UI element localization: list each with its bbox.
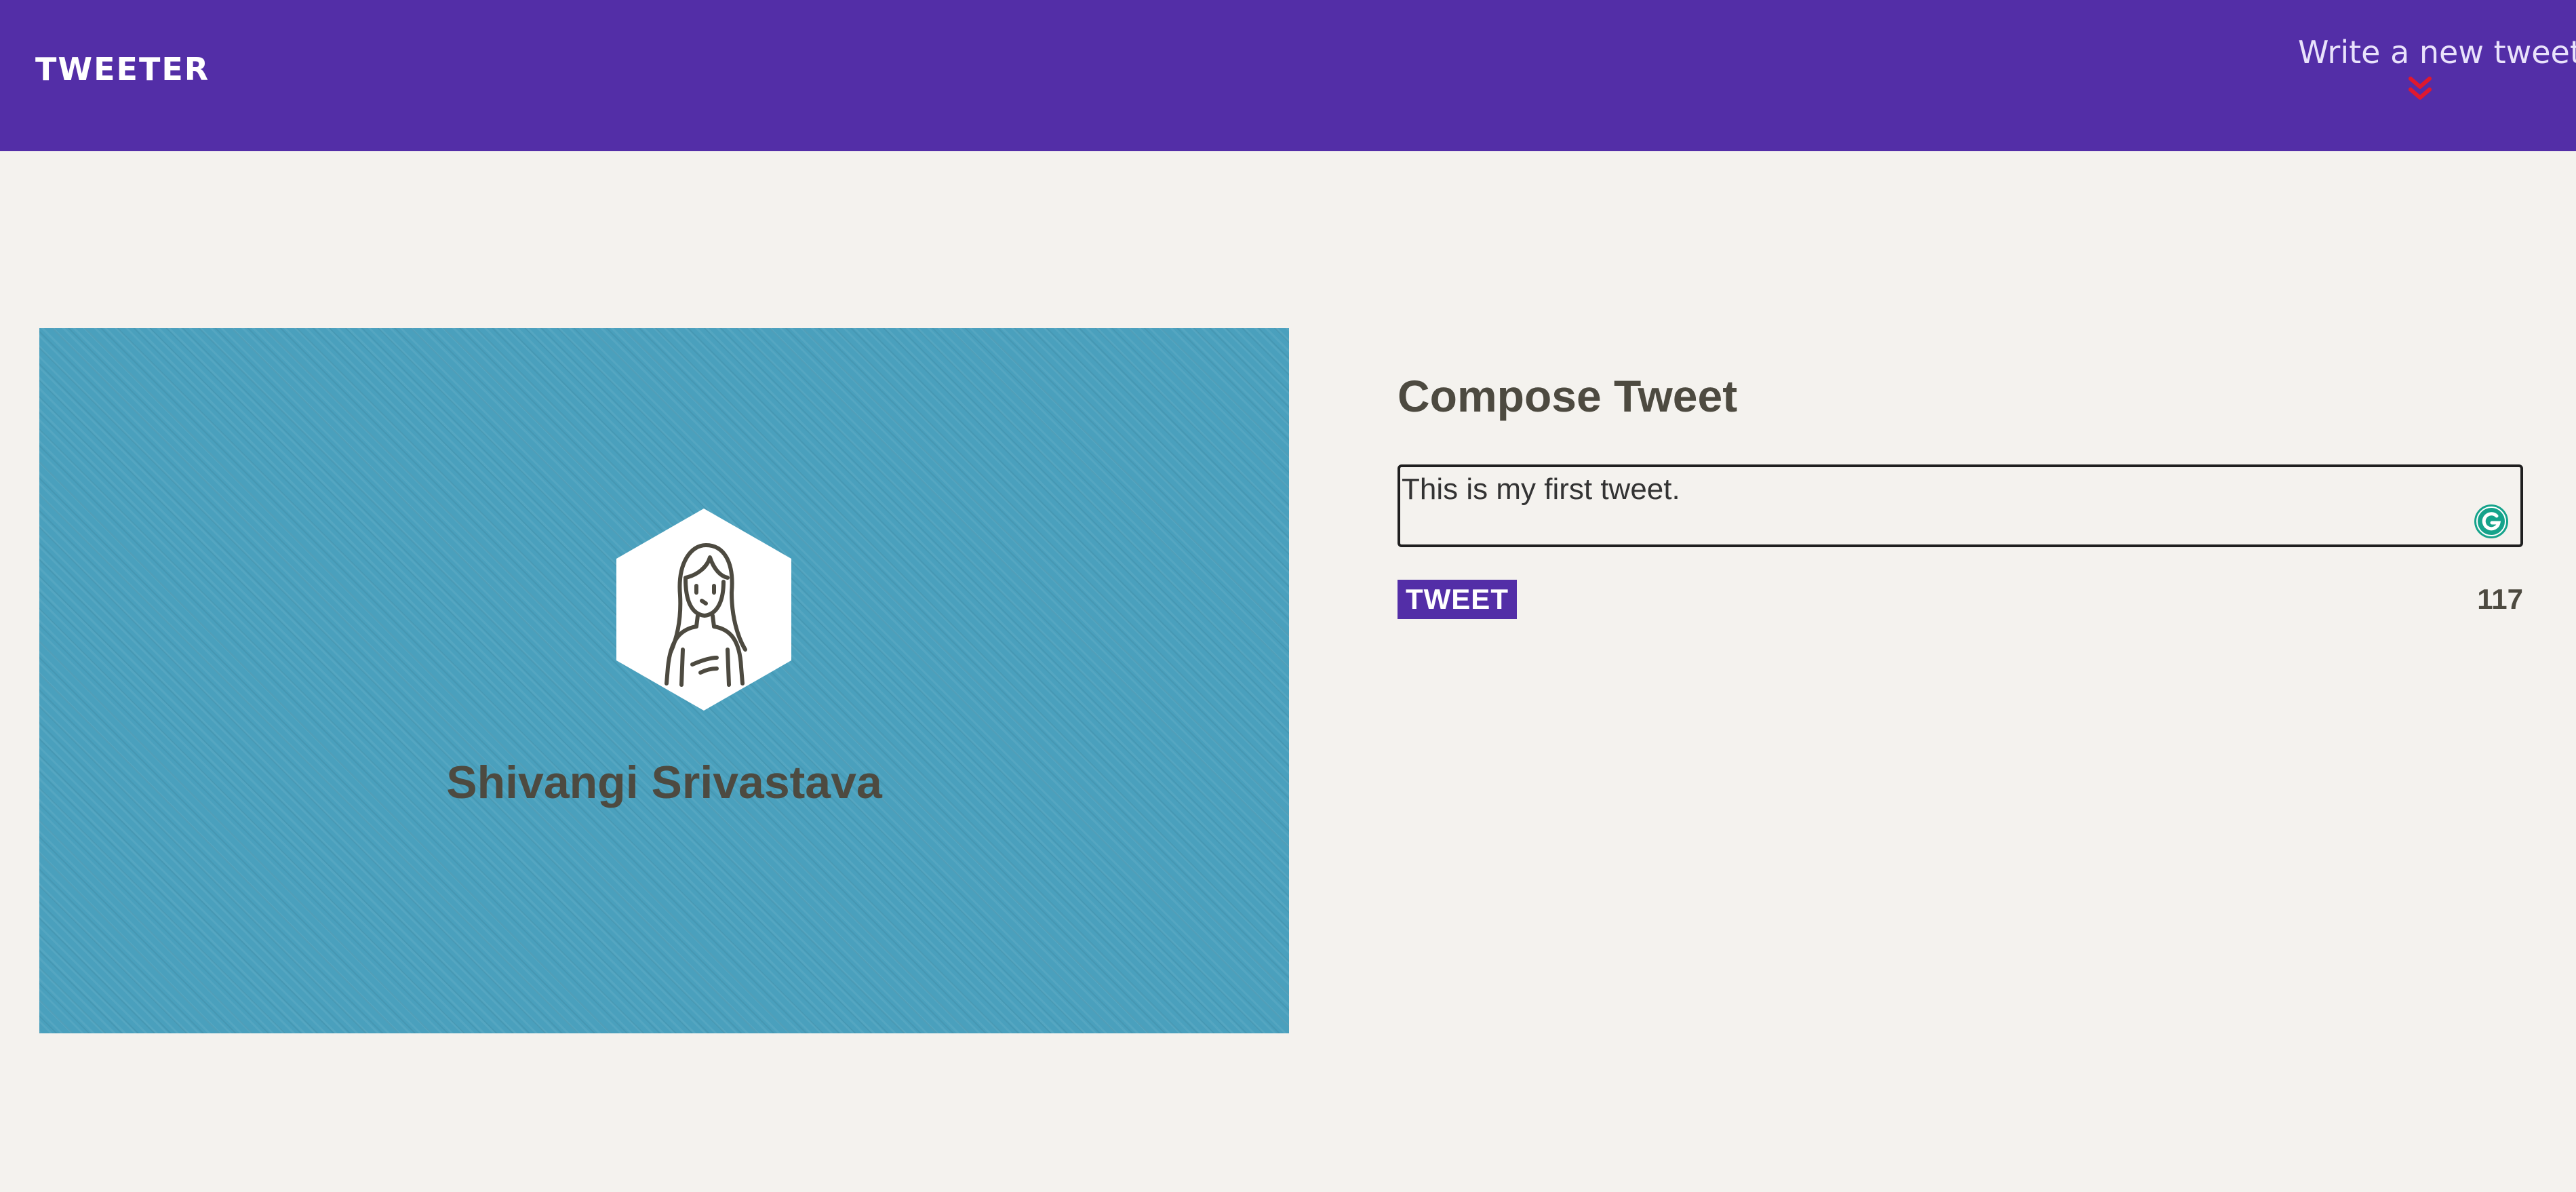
write-new-tweet-label: Write a new tweet [2298,34,2576,71]
grammarly-icon[interactable] [2474,504,2509,539]
top-nav: TWEETER Write a new tweet [0,0,2576,151]
tweet-submit-button[interactable]: TWEET [1398,580,1517,619]
profile-card: Shivangi Srivastava [39,328,1289,1033]
character-counter: 117 [2477,583,2523,615]
compose-title: Compose Tweet [1398,371,1738,421]
write-new-tweet-toggle[interactable]: Write a new tweet [2298,30,2576,111]
tweet-input[interactable]: This is my first tweet. [1398,464,2523,547]
double-chevron-down-icon[interactable] [2404,75,2436,104]
profile-name: Shivangi Srivastava [446,757,882,808]
avatar-icon [616,509,791,711]
brand-logo[interactable]: TWEETER [35,49,210,90]
compose-section: Compose Tweet This is my first tweet. TW… [1398,359,2523,619]
